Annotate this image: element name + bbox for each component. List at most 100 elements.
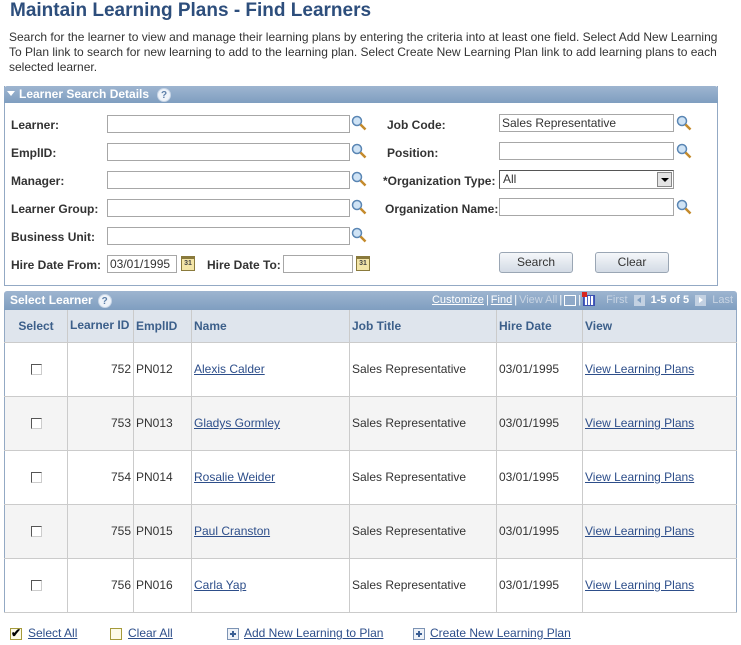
select-checkbox[interactable] <box>30 580 42 592</box>
plus-icon[interactable] <box>413 627 425 640</box>
emplid-cell: PN014 <box>133 450 192 505</box>
select-checkbox[interactable] <box>30 526 42 538</box>
view-all-link: View All <box>519 294 558 306</box>
column-header-job-title: Job Title <box>349 310 497 343</box>
previous-arrow-icon <box>633 294 645 306</box>
business-unit-input[interactable] <box>107 227 350 245</box>
select-all-link[interactable]: Select All <box>28 626 77 640</box>
emplid-cell: PN016 <box>133 558 192 613</box>
help-icon[interactable]: ? <box>157 87 172 102</box>
clear-all-link[interactable]: Clear All <box>128 626 173 640</box>
column-header-learner-id: Learner ID <box>67 310 134 343</box>
job-title-cell: Sales Representative <box>349 504 497 559</box>
hire-date-cell: 03/01/1995 <box>496 504 583 559</box>
job-code-lookup-icon[interactable] <box>676 115 692 131</box>
position-lookup-icon[interactable] <box>676 143 692 159</box>
hire-date-cell: 03/01/1995 <box>496 450 583 505</box>
learner-lookup-icon[interactable] <box>351 115 367 131</box>
learner-search-details-header[interactable]: Learner Search Details? <box>4 86 718 103</box>
job-code-input[interactable] <box>499 114 674 132</box>
view-learning-plans-link[interactable]: View Learning Plans <box>585 524 694 538</box>
hire-date-from-label: Hire Date From: <box>11 258 102 272</box>
learner-label: Learner: <box>11 118 60 132</box>
add-new-learning-link[interactable]: Add New Learning to Plan <box>244 626 383 640</box>
organization-type-select[interactable]: All <box>499 170 674 189</box>
view-learning-plans-link[interactable]: View Learning Plans <box>585 578 694 592</box>
manager-input[interactable] <box>107 171 350 189</box>
organization-type-label: *Organization Type: <box>383 174 496 188</box>
find-link[interactable]: Find <box>491 294 512 306</box>
customize-link[interactable]: Customize <box>432 294 484 306</box>
column-header-emplid: EmplID <box>133 310 192 343</box>
position-label: Position: <box>387 146 439 160</box>
select-checkbox[interactable] <box>30 418 42 430</box>
organization-name-label: Organization Name: <box>385 202 499 216</box>
plus-icon[interactable] <box>227 627 239 640</box>
learner-group-label: Learner Group: <box>11 202 99 216</box>
organization-name-input[interactable] <box>499 198 674 216</box>
learner-name-link[interactable]: Carla Yap <box>194 578 246 592</box>
learner-id-cell: 752 <box>67 342 134 397</box>
hire-date-to-input[interactable] <box>283 255 353 273</box>
learner-group-lookup-icon[interactable] <box>351 199 367 215</box>
select-learner-title: Select Learner <box>10 293 93 307</box>
emplid-lookup-icon[interactable] <box>351 143 367 159</box>
zoom-grid-icon[interactable] <box>564 294 577 306</box>
emplid-input[interactable] <box>107 143 350 161</box>
table-row: 752 PN012 Alexis Calder Sales Representa… <box>4 342 737 397</box>
job-title-cell: Sales Representative <box>349 450 497 505</box>
download-spreadsheet-icon[interactable] <box>582 291 596 306</box>
manager-label: Manager: <box>11 174 65 188</box>
create-new-plan-action[interactable]: Create New Learning Plan <box>413 626 571 640</box>
select-learner-header: Select Learner? Customize | Find | View All |… <box>4 291 737 310</box>
view-learning-plans-link[interactable]: View Learning Plans <box>585 362 694 376</box>
dropdown-arrow-icon[interactable] <box>657 172 672 187</box>
hire-date-cell: 03/01/1995 <box>496 396 583 451</box>
organization-name-lookup-icon[interactable] <box>676 199 692 215</box>
hire-date-to-label: Hire Date To: <box>207 258 281 272</box>
column-header-name: Name <box>191 310 350 343</box>
table-row: 754 PN014 Rosalie Weider Sales Represent… <box>4 450 737 505</box>
search-button[interactable]: Search <box>499 252 573 273</box>
job-code-label: Job Code: <box>387 118 446 132</box>
emplid-cell: PN012 <box>133 342 192 397</box>
job-title-cell: Sales Representative <box>349 342 497 397</box>
row-count: 1-5 of 5 <box>650 294 690 306</box>
select-all-checkbox-icon[interactable] <box>10 626 22 640</box>
help-icon[interactable]: ? <box>97 293 112 308</box>
learner-grid: Select Learner ID EmplID Name Job Title … <box>4 310 737 613</box>
create-new-plan-link[interactable]: Create New Learning Plan <box>430 626 571 640</box>
learner-name-link[interactable]: Paul Cranston <box>194 524 270 538</box>
hire-date-cell: 03/01/1995 <box>496 558 583 613</box>
position-input[interactable] <box>499 142 674 160</box>
view-learning-plans-link[interactable]: View Learning Plans <box>585 416 694 430</box>
add-new-learning-action[interactable]: Add New Learning to Plan <box>227 626 383 640</box>
hire-date-from-input[interactable] <box>107 255 177 273</box>
learner-search-details-title: Learner Search Details <box>19 87 150 101</box>
select-checkbox[interactable] <box>30 472 42 484</box>
collapse-triangle-icon[interactable] <box>7 91 15 97</box>
organization-type-value: All <box>503 172 517 186</box>
page-title: Maintain Learning Plans - Find Learners <box>10 0 372 21</box>
column-header-hire-date: Hire Date <box>496 310 583 343</box>
select-checkbox[interactable] <box>30 364 42 376</box>
learner-input[interactable] <box>107 115 350 133</box>
hire-date-to-calendar-icon[interactable]: 31 <box>356 256 370 271</box>
table-row: 755 PN015 Paul Cranston Sales Representa… <box>4 504 737 559</box>
learner-name-link[interactable]: Gladys Gormley <box>194 416 280 430</box>
learner-id-cell: 754 <box>67 450 134 505</box>
clear-button[interactable]: Clear <box>595 252 669 273</box>
learner-name-link[interactable]: Alexis Calder <box>194 362 265 376</box>
view-learning-plans-link[interactable]: View Learning Plans <box>585 470 694 484</box>
clear-all-action[interactable]: Clear All <box>110 626 173 640</box>
next-arrow-icon <box>695 294 707 306</box>
hire-date-from-calendar-icon[interactable]: 31 <box>181 256 195 271</box>
learner-name-link[interactable]: Rosalie Weider <box>194 470 275 484</box>
clear-all-checkbox-icon[interactable] <box>110 627 122 640</box>
manager-lookup-icon[interactable] <box>351 171 367 187</box>
learner-id-cell: 755 <box>67 504 134 559</box>
select-all-action[interactable]: Select All <box>10 626 77 640</box>
column-header-view: View <box>582 310 737 343</box>
learner-group-input[interactable] <box>107 199 350 217</box>
business-unit-lookup-icon[interactable] <box>351 227 367 243</box>
